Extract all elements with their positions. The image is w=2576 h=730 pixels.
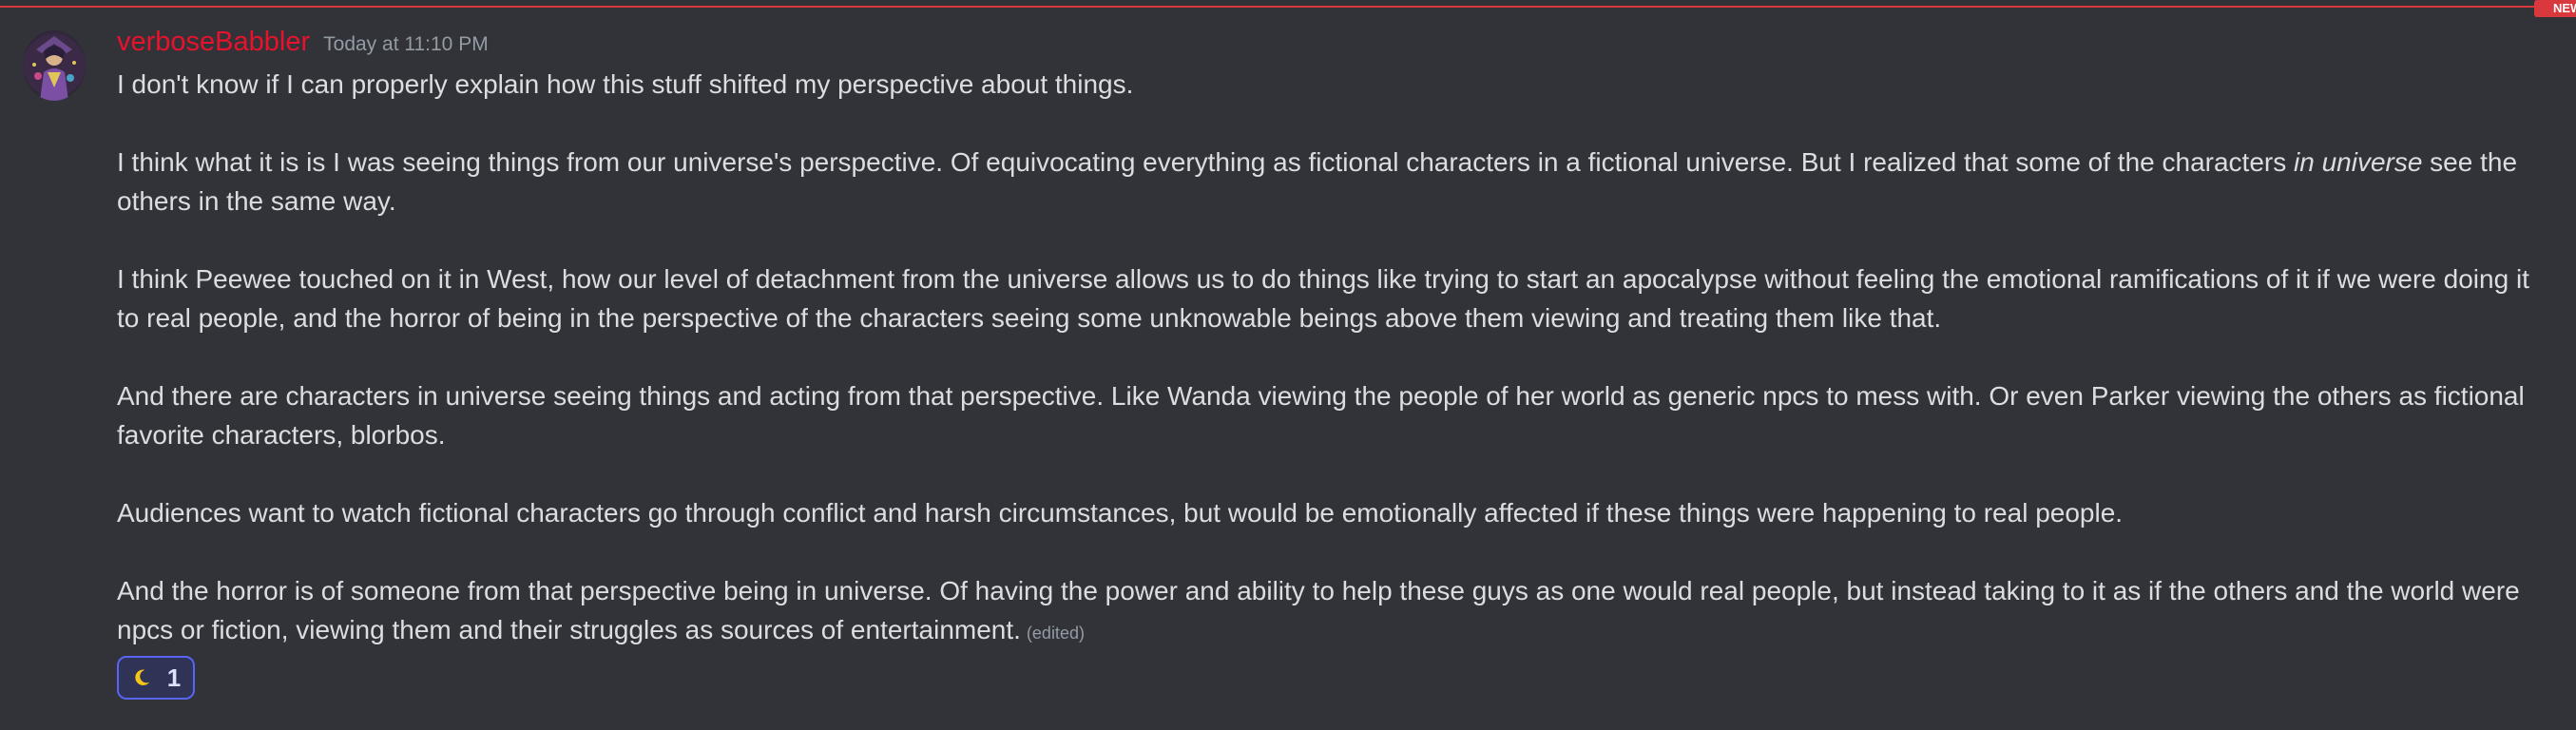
avatar-icon: [23, 34, 86, 101]
timestamp[interactable]: Today at 11:10 PM: [323, 33, 489, 56]
message-paragraph-4: And there are characters in universe see…: [117, 381, 2525, 450]
message-paragraph-2: I think what it is is I was seeing thing…: [117, 143, 2536, 221]
avatar[interactable]: [23, 30, 86, 101]
reaction-button[interactable]: 1: [117, 656, 195, 700]
message-paragraph-5: Audiences want to watch fictional charac…: [117, 498, 2124, 528]
new-messages-divider: [0, 6, 2540, 8]
paragraph-2-text-start: I think what it is is I was seeing thing…: [117, 147, 2294, 177]
message-paragraph-6: And the horror is of someone from that p…: [117, 571, 2536, 653]
message-body: verboseBabbler Today at 11:10 PM I don't…: [117, 27, 2536, 653]
message-view: NEW verboseBabbler Today at 11:10 PM I d…: [0, 0, 2576, 730]
new-badge-label: NEW: [2553, 1, 2576, 15]
username[interactable]: verboseBabbler: [117, 27, 310, 58]
new-messages-badge: NEW: [2534, 0, 2576, 17]
message-paragraph-1: I don't know if I can properly explain h…: [117, 69, 1134, 99]
message-header: verboseBabbler Today at 11:10 PM: [117, 27, 2536, 65]
crescent-moon-icon: [135, 669, 150, 685]
edited-label[interactable]: (edited): [1027, 624, 1085, 643]
reaction-count: 1: [166, 663, 182, 692]
paragraph-6-text: And the horror is of someone from that p…: [117, 576, 2520, 644]
paragraph-2-italic: in universe: [2294, 147, 2423, 177]
message-paragraph-3: I think Peewee touched on it in West, ho…: [117, 264, 2529, 333]
